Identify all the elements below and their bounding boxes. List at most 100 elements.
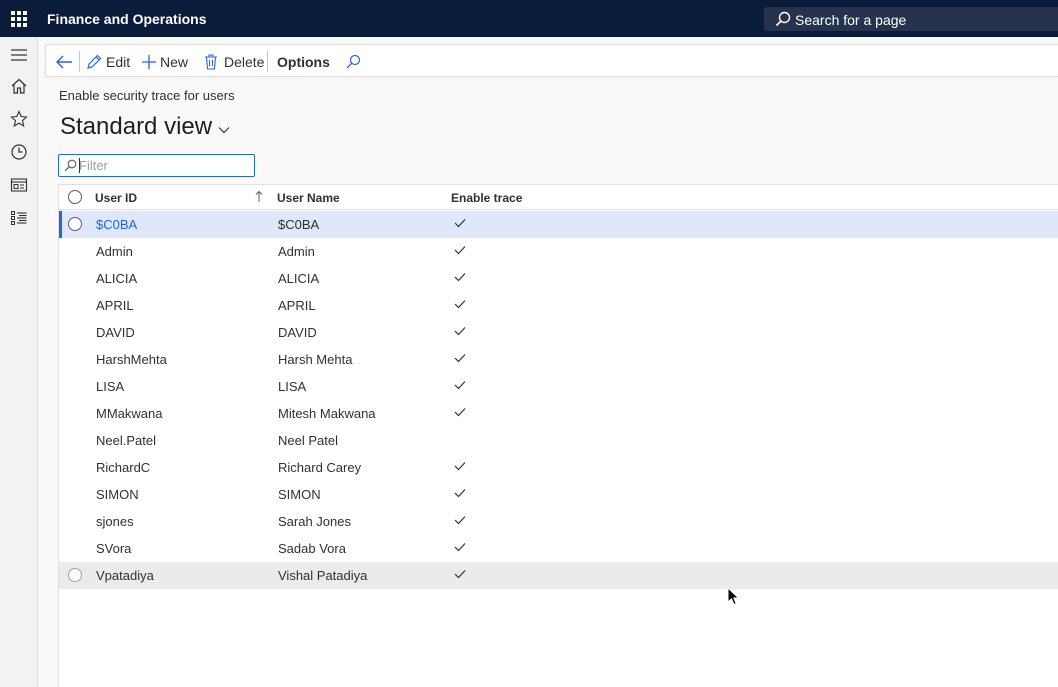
column-header-user-name[interactable]: User Name (277, 191, 340, 205)
cell-user-id[interactable]: Vpatadiya (96, 568, 154, 583)
workspaces-icon[interactable] (10, 176, 28, 194)
back-button[interactable] (55, 45, 73, 78)
app-launcher-icon[interactable] (11, 11, 27, 27)
grid-header: User ID User Name Enable trace (59, 185, 1058, 210)
sort-ascending-icon[interactable] (255, 190, 263, 203)
cell-user-name: ALICIA (278, 271, 320, 286)
column-header-user-id[interactable]: User ID (95, 191, 137, 205)
row-select-radio[interactable] (68, 217, 82, 231)
home-icon[interactable] (10, 77, 28, 95)
cell-user-id[interactable]: DAVID (96, 325, 135, 340)
table-row[interactable]: Neel.Patel Neel Patel (59, 427, 1058, 454)
row-select-radio[interactable] (68, 568, 82, 582)
select-all-radio[interactable] (68, 190, 82, 204)
chevron-down-icon (218, 127, 230, 134)
new-label: New (160, 53, 189, 70)
table-row[interactable]: HarshMehta Harsh Mehta (59, 346, 1058, 373)
trace-enabled-check-icon (454, 300, 466, 309)
trace-enabled-check-icon (454, 381, 466, 390)
table-row[interactable]: LISA LISA (59, 373, 1058, 400)
trace-enabled-check-icon (454, 327, 466, 336)
cell-user-name: $C0BA (278, 217, 320, 232)
table-row[interactable]: sjones Sarah Jones (59, 508, 1058, 535)
cell-user-name: Mitesh Makwana (278, 406, 376, 421)
cell-user-name: Sadab Vora (278, 541, 346, 556)
cell-user-id[interactable]: LISA (96, 379, 124, 394)
cell-user-name: Neel Patel (278, 433, 338, 448)
table-row[interactable]: ALICIA ALICIA (59, 265, 1058, 292)
delete-label: Delete (224, 53, 265, 70)
options-tab[interactable]: Options (277, 45, 330, 78)
trace-enabled-check-icon (454, 219, 466, 228)
column-header-enable-trace[interactable]: Enable trace (451, 191, 522, 205)
delete-button[interactable]: Delete (204, 45, 264, 78)
table-row[interactable]: DAVID DAVID (59, 319, 1058, 346)
cell-user-id[interactable]: sjones (96, 514, 134, 529)
trace-enabled-check-icon (454, 570, 466, 579)
trace-enabled-check-icon (454, 408, 466, 417)
search-icon (346, 54, 361, 68)
cell-user-name: Vishal Patadiya (278, 568, 368, 583)
trace-enabled-check-icon (454, 543, 466, 552)
cell-user-id[interactable]: APRIL (96, 298, 134, 313)
new-button[interactable]: New (141, 45, 188, 78)
app-title[interactable]: Finance and Operations (47, 11, 206, 27)
trace-enabled-check-icon (454, 462, 466, 471)
table-row[interactable]: RichardC Richard Carey (59, 454, 1058, 481)
plus-icon (142, 54, 156, 69)
trace-enabled-check-icon (454, 354, 466, 363)
hamburger-menu-icon[interactable] (10, 46, 28, 64)
cell-user-id[interactable]: Neel.Patel (96, 433, 156, 448)
cell-user-name: APRIL (278, 298, 316, 313)
edit-pencil-icon (87, 54, 102, 69)
view-title: Standard view (60, 113, 213, 140)
filter-placeholder: Filter (79, 158, 108, 173)
filter-input[interactable]: Filter (58, 154, 255, 177)
edit-button[interactable]: Edit (86, 45, 130, 78)
cell-user-name: SIMON (278, 487, 321, 502)
search-icon (775, 11, 791, 27)
navigation-pane (0, 37, 38, 687)
cell-user-id[interactable]: Admin (96, 244, 133, 259)
trace-enabled-check-icon (454, 273, 466, 282)
action-search-button[interactable] (345, 45, 361, 78)
table-row[interactable]: MMakwana Mitesh Makwana (59, 400, 1058, 427)
trace-enabled-check-icon (454, 516, 466, 525)
cell-user-name: Harsh Mehta (278, 352, 353, 367)
filter-search-icon (64, 159, 77, 172)
table-row[interactable]: APRIL APRIL (59, 292, 1058, 319)
search-for-page-button[interactable]: Search for a page (764, 7, 1058, 31)
page-caption: Enable security trace for users (59, 88, 235, 103)
table-row[interactable]: SIMON SIMON (59, 481, 1058, 508)
cell-user-id[interactable]: ALICIA (96, 271, 137, 286)
cell-user-name: Sarah Jones (278, 514, 351, 529)
cell-user-id[interactable]: SVora (96, 541, 131, 556)
table-row[interactable]: Admin Admin (59, 238, 1058, 265)
cell-user-name: LISA (278, 379, 307, 394)
trace-enabled-check-icon (454, 246, 466, 255)
cell-user-name: Admin (278, 244, 315, 259)
table-row[interactable]: Vpatadiya Vishal Patadiya (59, 562, 1058, 589)
search-placeholder: Search for a page (795, 12, 907, 28)
recent-clock-icon[interactable] (10, 143, 28, 161)
cell-user-id[interactable]: HarshMehta (96, 352, 167, 367)
mouse-pointer-icon (727, 587, 740, 606)
top-nav-bar: Finance and Operations Search for a page (0, 0, 1058, 37)
cell-user-name: Richard Carey (278, 460, 362, 475)
trash-icon (205, 53, 217, 70)
trace-enabled-check-icon (454, 489, 466, 498)
cell-user-id[interactable]: MMakwana (96, 406, 162, 421)
back-arrow-icon (56, 55, 72, 68)
cell-user-id[interactable]: SIMON (96, 487, 139, 502)
edit-label: Edit (106, 53, 131, 70)
action-pane: Edit New Delete Options (45, 44, 1058, 77)
view-selector[interactable]: Standard view (60, 113, 230, 141)
table-row[interactable]: SVora Sadab Vora (59, 535, 1058, 562)
favorites-star-icon[interactable] (10, 110, 28, 128)
cell-user-name: DAVID (278, 325, 317, 340)
users-grid: User ID User Name Enable trace $C0BA $C0B… (58, 184, 1058, 687)
table-row[interactable]: $C0BA $C0BA (59, 211, 1058, 238)
cell-user-id[interactable]: $C0BA (96, 217, 137, 232)
cell-user-id[interactable]: RichardC (96, 460, 150, 475)
modules-list-icon[interactable] (10, 209, 28, 227)
